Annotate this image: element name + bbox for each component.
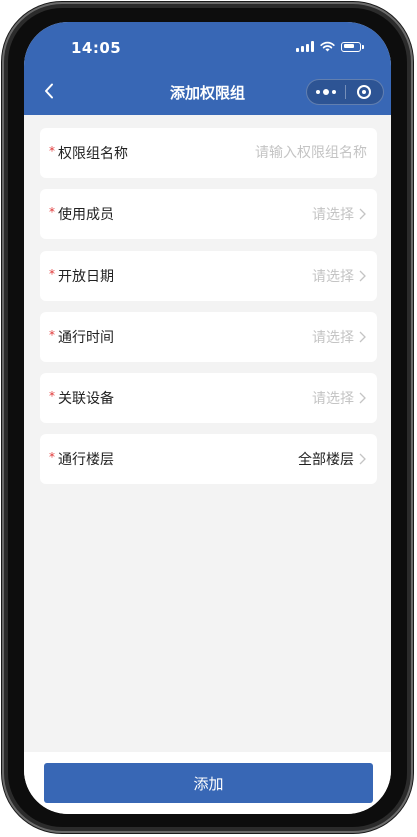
cellular-signal-icon: [296, 41, 314, 52]
add-button[interactable]: 添加: [44, 763, 373, 803]
chevron-right-icon: [357, 207, 367, 221]
form-label: 关联设备: [58, 391, 114, 408]
group-name-input[interactable]: [227, 145, 367, 161]
chevron-right-icon: [357, 452, 367, 466]
bottom-bar: 添加: [24, 752, 391, 814]
form-label: 通行时间: [58, 329, 114, 346]
status-icons: [296, 41, 364, 52]
form-row-open-date[interactable]: * 开放日期 请选择: [40, 250, 377, 301]
more-dots-icon: [315, 89, 336, 95]
miniprogram-capsule: [306, 79, 384, 105]
required-asterisk: *: [49, 205, 55, 220]
close-miniprogram-button[interactable]: [346, 80, 384, 104]
battery-icon: [341, 41, 364, 52]
required-asterisk: *: [49, 450, 55, 465]
app-screen: 14:05 添加权限组 * 权限组名称 请输入权限组名称 * 使用成员 请选择 …: [24, 22, 391, 814]
header: 14:05 添加权限组: [24, 22, 391, 115]
permission-group-form: * 权限组名称 * 使用成员 请选择 * 开放日期 请选择 * 通行时间 请选择: [40, 128, 377, 496]
select-value: 请选择: [312, 207, 354, 224]
select-value: 请选择: [312, 268, 354, 285]
select-value: 请选择: [312, 391, 354, 408]
select-value: 全部楼层: [298, 452, 354, 469]
required-asterisk: *: [49, 144, 55, 158]
form-row-pass-time[interactable]: * 通行时间 请选择: [40, 311, 377, 362]
chevron-right-icon: [357, 391, 367, 405]
form-label: 使用成员: [58, 207, 114, 224]
form-row-group-name[interactable]: * 权限组名称: [40, 128, 377, 178]
status-time: 14:05: [71, 39, 122, 57]
form-row-members[interactable]: * 使用成员 请选择: [40, 189, 377, 240]
chevron-right-icon: [357, 330, 367, 344]
required-asterisk: *: [49, 327, 55, 342]
select-value: 请选择: [312, 329, 354, 346]
form-label: 通行楼层: [58, 452, 114, 469]
chevron-right-icon: [357, 269, 367, 283]
form-label: 开放日期: [58, 268, 114, 285]
required-asterisk: *: [49, 266, 55, 281]
wifi-icon: [320, 41, 335, 52]
required-asterisk: *: [49, 389, 55, 404]
form-row-floors[interactable]: * 通行楼层 全部楼层: [40, 434, 377, 485]
form-label: 权限组名称: [58, 146, 128, 162]
target-circle-icon: [357, 85, 372, 99]
more-button[interactable]: [307, 80, 345, 104]
form-row-devices[interactable]: * 关联设备 请选择: [40, 373, 377, 424]
